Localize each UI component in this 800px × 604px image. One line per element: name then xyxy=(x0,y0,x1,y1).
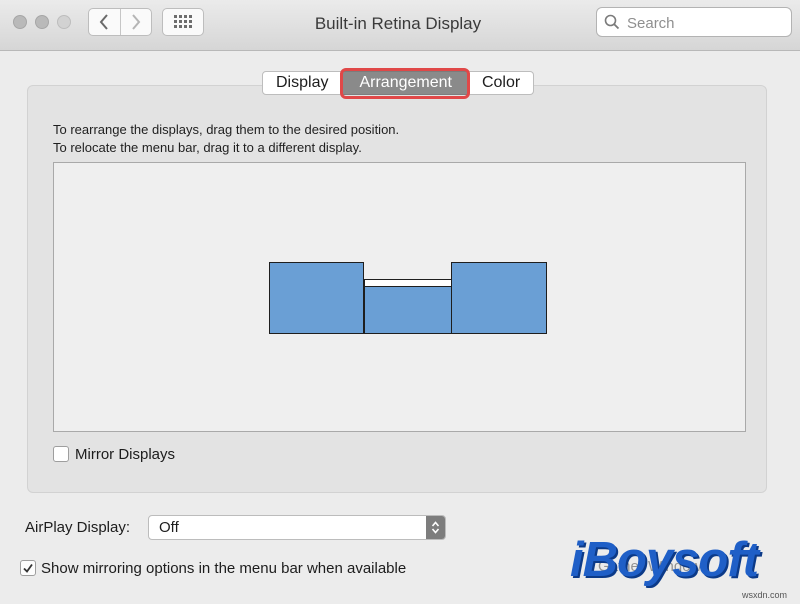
forward-button[interactable] xyxy=(119,9,152,35)
grid-icon xyxy=(174,15,192,28)
show-all-button[interactable] xyxy=(162,8,204,36)
window-title: Built-in Retina Display xyxy=(314,14,482,33)
search-box[interactable] xyxy=(596,7,792,37)
close-window-button[interactable] xyxy=(13,15,27,29)
navigation-buttons xyxy=(88,8,152,36)
arrangement-canvas xyxy=(53,162,746,432)
right-display[interactable] xyxy=(451,262,547,334)
instruction-line-2: To relocate the menu bar, drag it to a d… xyxy=(53,140,362,155)
instruction-line-1: To rearrange the displays, drag them to … xyxy=(53,122,400,137)
show-mirroring-checkbox[interactable] xyxy=(20,560,36,576)
iboysoft-logo: iBoysoft xyxy=(570,533,759,587)
search-icon xyxy=(604,14,620,30)
title-bar: Built-in Retina Display xyxy=(0,0,800,51)
tab-display[interactable]: Display xyxy=(262,71,343,95)
site-watermark: wsxdn.com xyxy=(742,590,788,600)
tab-color[interactable]: Color xyxy=(468,71,535,95)
airplay-label: AirPlay Display: xyxy=(25,519,131,536)
mirror-displays-label: Mirror Displays xyxy=(75,446,176,463)
back-button[interactable] xyxy=(89,9,120,35)
search-input[interactable] xyxy=(625,11,789,35)
arrangement-tab-highlight xyxy=(340,68,470,99)
minimize-window-button[interactable] xyxy=(35,15,49,29)
show-mirroring-label: Show mirroring options in the menu bar w… xyxy=(41,560,407,577)
mirror-displays-checkbox[interactable] xyxy=(53,446,69,462)
updown-arrows-icon xyxy=(426,516,445,539)
airplay-value: Off xyxy=(159,519,179,536)
airplay-select[interactable]: Off xyxy=(148,515,446,540)
checkmark-icon xyxy=(23,563,33,573)
chevron-left-icon xyxy=(99,14,109,30)
chevron-right-icon xyxy=(131,14,141,30)
zoom-window-button[interactable] xyxy=(57,15,71,29)
center-display[interactable] xyxy=(364,279,452,334)
menu-bar-handle[interactable] xyxy=(365,280,451,287)
left-display[interactable] xyxy=(269,262,364,334)
